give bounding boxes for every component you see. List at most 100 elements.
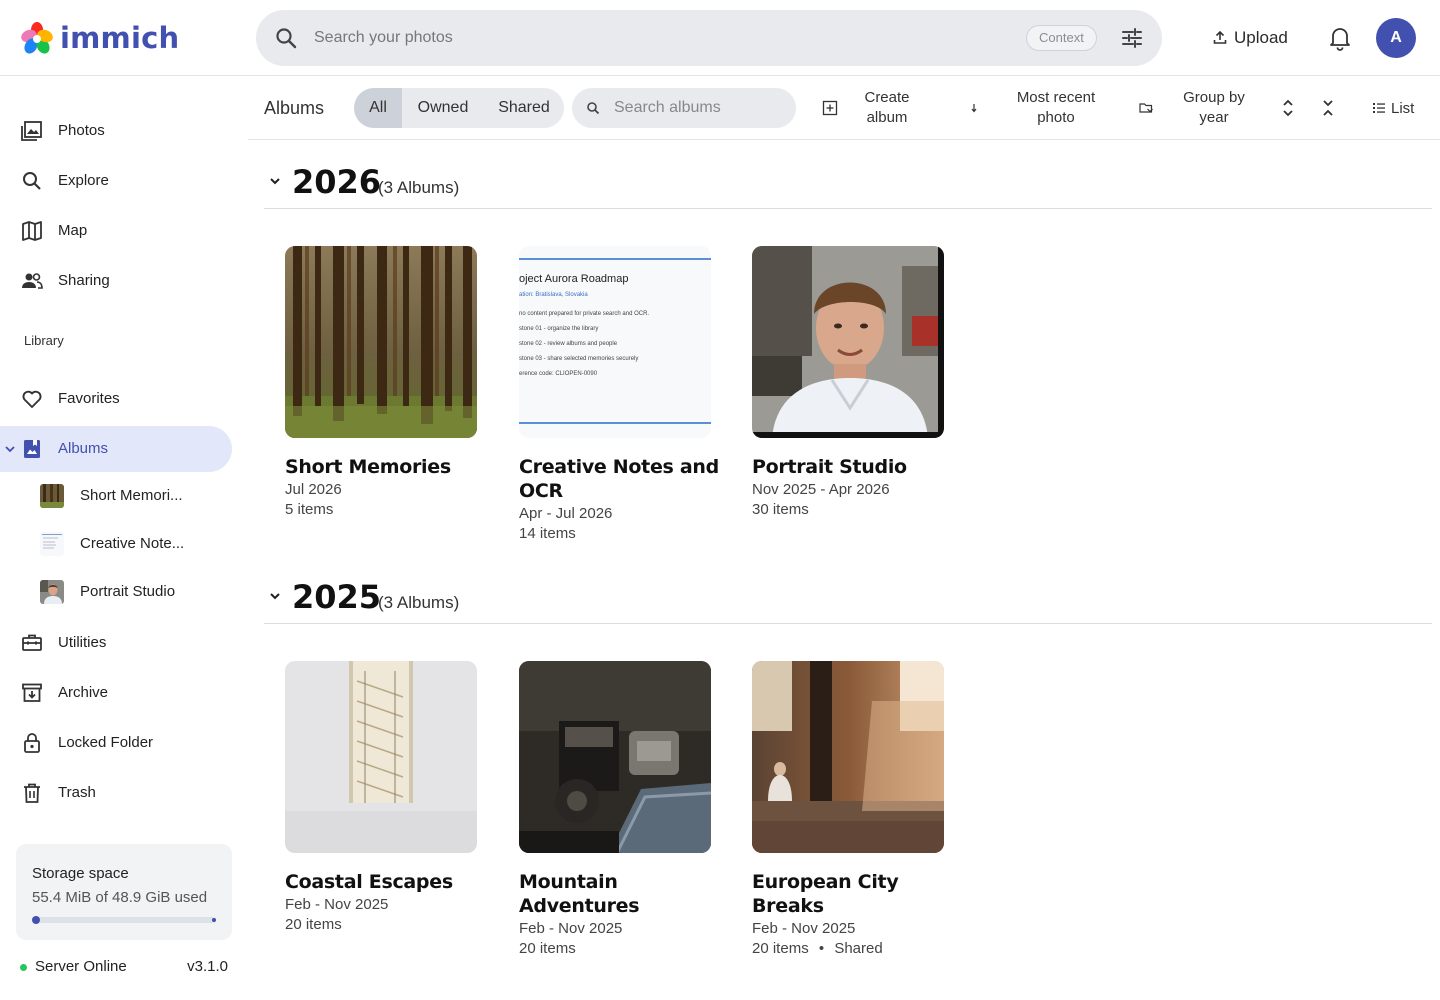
context-search-chip[interactable]: Context [1026, 25, 1097, 51]
album-cover[interactable] [752, 661, 944, 853]
year-group-header[interactable]: 2026 (3 Albums) [264, 141, 1432, 209]
chevron-down-icon[interactable] [4, 443, 16, 455]
separator-dot: • [818, 940, 825, 957]
upload-icon [1213, 30, 1227, 44]
sidebar-item-label: Trash [58, 784, 96, 801]
filter-owned[interactable]: Owned [402, 88, 484, 128]
sidebar-item-label: Albums [58, 440, 109, 457]
list-icon [1373, 103, 1385, 113]
group-icon [1139, 103, 1153, 113]
album-item-count: 20 items [752, 940, 809, 957]
sidebar-item-archive[interactable]: Archive [0, 670, 232, 716]
sidebar-album-label: Short Memori... [80, 487, 183, 504]
sidebar-item-label: Locked Folder [58, 734, 154, 751]
group-year: 2026 [292, 163, 382, 201]
sort-label-1: Most recent [1016, 89, 1096, 106]
filter-shared[interactable]: Shared [484, 88, 564, 128]
album-item-count-row: 20 items • Shared [752, 939, 972, 959]
year-group-header[interactable]: 2025 (3 Albums) [264, 556, 1432, 624]
map-icon [22, 221, 42, 241]
album-dates: Feb - Nov 2025 [519, 920, 623, 937]
user-avatar[interactable]: A [1376, 18, 1416, 58]
sidebar-item-utilities[interactable]: Utilities [0, 620, 232, 666]
group-year: 2025 [292, 578, 382, 616]
album-cover[interactable] [752, 246, 944, 438]
collapse-all-icon[interactable] [1320, 98, 1336, 118]
list-view-button[interactable]: List [1372, 88, 1414, 128]
album-dates: Feb - Nov 2025 [285, 896, 389, 913]
storage-used-text: 55.4 MiB of 48.9 GiB used [32, 889, 208, 906]
storage-space-card[interactable]: Storage space 55.4 MiB of 48.9 GiB used [16, 844, 232, 940]
sidebar-item-albums[interactable]: Albums [0, 426, 232, 472]
album-filter-segmented: All Owned Shared [354, 88, 564, 128]
doc-line: stone 01 - organize the library [519, 326, 599, 332]
album-cover[interactable]: oject Aurora Roadmap ation: Bratislava, … [519, 246, 711, 438]
search-icon [23, 172, 41, 190]
sidebar-item-favorites[interactable]: Favorites [0, 376, 232, 422]
notifications-bell-icon[interactable] [1326, 24, 1354, 52]
group-by-button[interactable]: Group by year [1138, 88, 1260, 128]
search-filters-icon[interactable] [1120, 26, 1144, 50]
photo-search-bar[interactable]: Context [256, 10, 1162, 66]
album-item-count: 5 items [285, 501, 334, 518]
server-version[interactable]: v3.1.0 [187, 958, 228, 975]
sidebar-album-portrait-studio[interactable]: Portrait Studio [0, 570, 232, 614]
server-status-label: Server Online [35, 958, 127, 975]
sidebar-item-trash[interactable]: Trash [0, 770, 232, 816]
doc-subtitle: ation: Bratislava, Slovakia [519, 292, 588, 298]
sidebar-item-locked-folder[interactable]: Locked Folder [0, 720, 232, 766]
page-title: Albums [264, 98, 325, 118]
sidebar-item-sharing[interactable]: Sharing [0, 258, 232, 304]
sidebar-album-short-memories[interactable]: Short Memori... [0, 474, 232, 518]
album-search-box[interactable] [572, 88, 796, 128]
create-album-button[interactable]: Create album [822, 88, 922, 128]
sidebar-item-label: Archive [58, 684, 109, 701]
sidebar-item-explore[interactable]: Explore [0, 158, 232, 204]
doc-line: erence code: CLIOPEN-0090 [519, 371, 598, 377]
sidebar-item-map[interactable]: Map [0, 208, 232, 254]
album-title[interactable]: Short Memories [285, 455, 485, 479]
album-title[interactable]: Coastal Escapes [285, 870, 485, 894]
expand-all-icon[interactable] [1280, 98, 1296, 118]
album-dates: Apr - Jul 2026 [519, 505, 613, 522]
heart-icon [22, 390, 42, 408]
album-cover[interactable] [285, 246, 477, 438]
upload-button[interactable]: Upload [1212, 22, 1288, 54]
sidebar-item-photos[interactable]: Photos [0, 108, 232, 154]
group-by-label-1: Group by [1183, 89, 1245, 106]
create-album-label-2: album [866, 109, 908, 126]
album-title[interactable]: Creative Notes and OCR [519, 455, 719, 503]
storage-title: Storage space [32, 865, 129, 882]
server-status: Server Online v3.1.0 [20, 958, 228, 978]
search-input[interactable] [314, 20, 1014, 56]
chevron-down-icon[interactable] [268, 174, 282, 188]
chevron-down-icon[interactable] [268, 589, 282, 603]
album-thumbnail [40, 580, 64, 604]
sidebar-item-label: Map [58, 222, 88, 239]
album-title[interactable]: Portrait Studio [752, 455, 952, 479]
album-dates: Feb - Nov 2025 [752, 920, 856, 937]
plus-box-icon [822, 100, 838, 116]
doc-line: stone 02 - review albums and people [519, 341, 618, 347]
doc-line: no content prepared for private search a… [519, 311, 650, 317]
storage-progress-end [212, 918, 216, 922]
archive-icon [22, 683, 42, 702]
filter-all[interactable]: All [354, 88, 402, 128]
album-cover[interactable] [285, 661, 477, 853]
sidebar-item-label: Favorites [58, 390, 120, 407]
upload-label: Upload [1234, 28, 1288, 47]
toolbox-icon [22, 634, 42, 651]
album-title[interactable]: European City Breaks [752, 870, 952, 918]
immich-logo[interactable]: immich [20, 20, 179, 56]
doc-line: stone 03 - share selected memories secur… [519, 356, 639, 362]
group-album-count: (3 Albums) [378, 593, 460, 612]
album-title[interactable]: Mountain Adventures [519, 870, 719, 918]
sidebar: Photos Explore Map Sharing Library Favor… [0, 76, 248, 1000]
sidebar-album-label: Creative Note... [80, 535, 185, 552]
sidebar-album-creative-notes[interactable]: Creative Note... [0, 522, 232, 566]
album-search-input[interactable] [614, 94, 784, 122]
sort-button[interactable]: Most recent photo [966, 88, 1116, 128]
album-cover[interactable] [519, 661, 711, 853]
search-icon[interactable] [274, 26, 298, 50]
group-album-count: (3 Albums) [378, 178, 460, 197]
